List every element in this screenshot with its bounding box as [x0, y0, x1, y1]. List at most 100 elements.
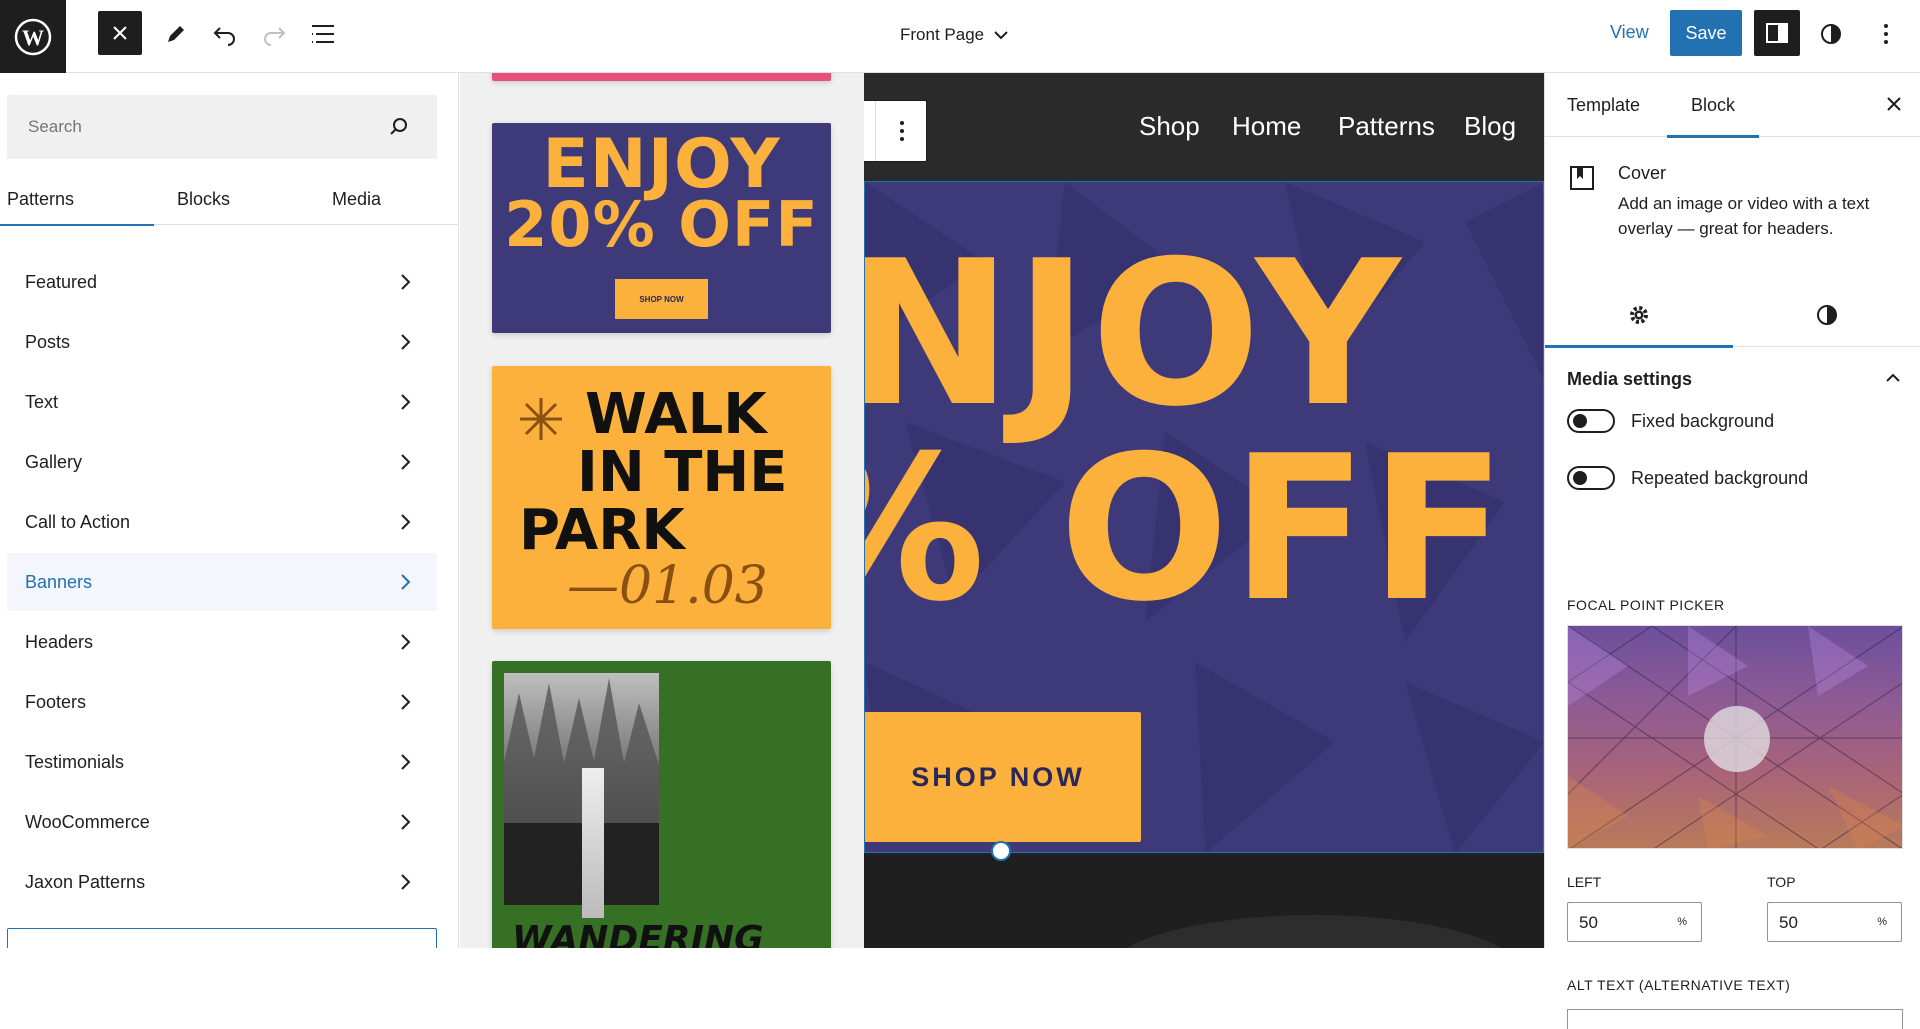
pattern-preview-wandering[interactable]: WANDERING: [492, 661, 831, 948]
chevron-right-icon: [401, 874, 411, 890]
category-item-gallery[interactable]: Gallery: [7, 433, 437, 491]
media-settings-title[interactable]: Media settings: [1567, 369, 1692, 390]
nav-item-home[interactable]: Home: [1232, 111, 1301, 142]
category-label: WooCommerce: [25, 811, 150, 832]
pattern-heading-line: 20% OFF: [504, 188, 819, 261]
tab-label: Block: [1691, 94, 1736, 115]
tab-label: Template: [1567, 94, 1641, 115]
save-button[interactable]: Save: [1670, 10, 1742, 56]
contrast-icon: [1821, 24, 1841, 44]
repeated-background-label: Repeated background: [1631, 467, 1809, 488]
pattern-date: —01.03: [567, 556, 768, 616]
close-icon[interactable]: [1883, 93, 1905, 115]
alt-text-label: ALT TEXT (ALTERNATIVE TEXT): [1567, 977, 1791, 993]
list-item[interactable]: [7, 928, 437, 948]
settings-sidebar: Template Block Cover Add an image or vid…: [1544, 73, 1920, 1029]
tab-label: Blocks: [176, 188, 230, 209]
focal-left-value: 50: [1579, 913, 1598, 932]
unit-label: %: [1877, 916, 1887, 928]
category-label: Jaxon Patterns: [25, 871, 146, 892]
contrast-icon: [1817, 305, 1837, 325]
block-description: Add an image or video with a text overla…: [1618, 194, 1870, 238]
category-item-banners[interactable]: Banners: [7, 553, 437, 611]
undo-button[interactable]: [203, 12, 247, 56]
search-input[interactable]: [7, 95, 367, 159]
category-item-jaxon-patterns[interactable]: Jaxon Patterns: [7, 853, 437, 911]
category-item-headers[interactable]: Headers: [7, 613, 437, 671]
tab-label: Media: [331, 188, 382, 209]
chevron-right-icon: [401, 634, 411, 650]
focal-point-picker[interactable]: [1567, 625, 1903, 849]
chevron-right-icon: [401, 334, 411, 350]
tab-template[interactable]: Template: [1567, 73, 1640, 137]
block-options-button[interactable]: [875, 101, 927, 161]
category-item-testimonials[interactable]: Testimonials: [7, 733, 437, 791]
close-inserter-button[interactable]: [98, 11, 142, 55]
category-item-call-to-action[interactable]: Call to Action: [7, 493, 437, 551]
fixed-background-toggle[interactable]: [1567, 409, 1615, 433]
gear-icon: [1630, 306, 1648, 324]
left-label: LEFT: [1567, 874, 1602, 890]
chevron-right-icon: [401, 274, 411, 290]
focal-left-input[interactable]: 50 %: [1567, 902, 1702, 942]
inserter-tabs: Patterns Blocks Media: [0, 173, 459, 226]
tab-settings[interactable]: [1545, 283, 1733, 348]
site-navigation: Shop Home Patterns Blog: [864, 73, 1544, 181]
category-label: Posts: [25, 331, 71, 352]
category-label: Call to Action: [25, 511, 131, 532]
block-inserter-panel: Patterns Blocks Media Featured Posts Text G…: [0, 73, 459, 948]
unit-label: %: [1677, 916, 1687, 928]
editor-canvas: Shop Home Patterns Blog NJOY % OFF SHOP …: [864, 73, 1544, 948]
tab-styles[interactable]: [1733, 283, 1920, 347]
redo-button[interactable]: [252, 12, 296, 56]
chevron-right-icon: [401, 694, 411, 710]
category-item-text[interactable]: Text: [7, 373, 437, 431]
block-name: Cover: [1618, 163, 1667, 183]
focal-point-handle[interactable]: [1704, 706, 1770, 772]
pattern-previews: ENJOY 20% OFF SHOP NOW WALK IN THE PARK …: [460, 73, 864, 948]
pattern-preview-card[interactable]: [492, 73, 831, 81]
block-toolbar: [864, 100, 927, 162]
nav-item-shop[interactable]: Shop: [1139, 111, 1200, 142]
category-item-featured[interactable]: Featured: [7, 253, 437, 311]
redo-icon: [264, 27, 286, 46]
search-icon[interactable]: [387, 115, 411, 139]
undo-icon: [213, 27, 235, 46]
category-item-woocommerce[interactable]: WooCommerce: [7, 793, 437, 851]
document-title-dropdown[interactable]: Front Page: [900, 20, 1010, 50]
styles-button[interactable]: [1809, 12, 1853, 56]
cover-shop-button[interactable]: SHOP NOW: [865, 712, 1141, 842]
pencil-icon: [168, 26, 184, 42]
tools-button[interactable]: [154, 12, 198, 56]
tab-block[interactable]: Block: [1667, 73, 1760, 138]
wordpress-icon: W: [14, 18, 52, 55]
cover-block[interactable]: NJOY % OFF SHOP NOW: [864, 181, 1544, 853]
block-inspector-tabs: [1545, 283, 1920, 348]
wordpress-logo-button[interactable]: W: [0, 0, 66, 73]
options-button[interactable]: [1864, 12, 1908, 56]
cover-block-icon: [1570, 166, 1594, 190]
cover-heading[interactable]: NJOY % OFF: [865, 235, 1543, 630]
document-overview-button[interactable]: [301, 12, 345, 56]
pattern-preview-walk[interactable]: WALK IN THE PARK —01.03: [492, 366, 831, 629]
sidebar-icon: [1766, 23, 1788, 43]
chevron-down-icon: [994, 31, 1008, 40]
chevron-up-icon[interactable]: [1883, 368, 1903, 388]
category-item-posts[interactable]: Posts: [7, 313, 437, 371]
nav-item-patterns[interactable]: Patterns: [1338, 111, 1435, 142]
svg-text:W: W: [22, 25, 44, 50]
category-item-footers[interactable]: Footers: [7, 673, 437, 731]
alt-text-input[interactable]: [1567, 1009, 1903, 1029]
resize-handle[interactable]: [991, 841, 1011, 861]
view-button[interactable]: View: [1610, 22, 1649, 43]
nav-item-blog[interactable]: Blog: [1464, 111, 1516, 142]
focal-top-input[interactable]: 50 %: [1767, 902, 1902, 942]
tab-media[interactable]: Media: [280, 173, 433, 225]
tab-blocks[interactable]: Blocks: [127, 173, 280, 225]
category-label: Testimonials: [25, 751, 125, 772]
repeated-background-toggle[interactable]: [1567, 466, 1615, 490]
pattern-preview-enjoy[interactable]: ENJOY 20% OFF SHOP NOW: [492, 123, 831, 333]
top-label: TOP: [1767, 874, 1796, 890]
settings-toggle-button[interactable]: [1754, 10, 1800, 56]
waterfall: [582, 768, 604, 918]
